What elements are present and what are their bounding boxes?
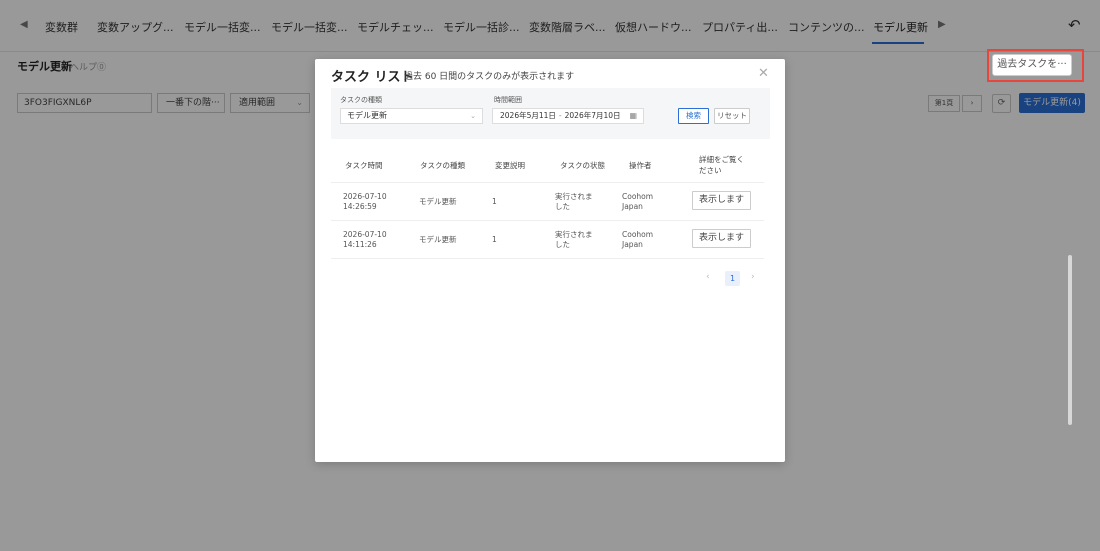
time-range-label: 時間範囲 — [494, 96, 522, 104]
row-time: 14:26:59 — [343, 202, 377, 211]
row-status: 実行されました — [555, 230, 593, 249]
view-button[interactable]: 表示します — [692, 191, 751, 210]
pagination-page-1[interactable]: 1 — [725, 271, 740, 286]
row-operator: Coohom Japan — [622, 192, 654, 211]
header-task-time: タスク時間 — [345, 161, 383, 170]
task-type-label: タスクの種類 — [340, 96, 382, 104]
date-end: 2026年7月10日 — [564, 111, 621, 120]
task-filter-panel: タスクの種類 モデル更新 ⌄ 時間範囲 2026年5月11日 -2026年7月10… — [331, 88, 770, 139]
task-type-select[interactable]: モデル更新 ⌄ — [340, 108, 483, 124]
header-change-desc: 変更説明 — [495, 161, 525, 170]
pagination-next-icon[interactable]: › — [751, 272, 755, 282]
row-type: モデル更新 — [419, 197, 457, 206]
date-range-picker[interactable]: 2026年5月11日 -2026年7月10日 ▦ — [492, 108, 644, 124]
row-desc: 1 — [492, 235, 497, 244]
calendar-icon: ▦ — [629, 111, 637, 120]
chevron-down-icon: ⌄ — [470, 112, 476, 120]
modal-subtitle: 過去 60 日間のタスクのみが表示されます — [404, 72, 575, 82]
table-row: 2026-07-10 14:11:26 モデル更新 1 実行されました Cooh… — [331, 221, 764, 259]
task-list-modal: タスク リスト 過去 60 日間のタスクのみが表示されます ✕ タスクの種類 モ… — [315, 59, 785, 462]
reset-button[interactable]: リセット — [714, 108, 750, 124]
view-button[interactable]: 表示します — [692, 229, 751, 248]
highlight-box — [987, 49, 1084, 82]
search-button[interactable]: 検索 — [678, 108, 709, 124]
close-icon[interactable]: ✕ — [758, 66, 769, 81]
table-row: 2026-07-10 14:26:59 モデル更新 1 実行されました Cooh… — [331, 183, 764, 221]
header-operator: 操作者 — [629, 161, 652, 170]
row-date: 2026-07-10 — [343, 192, 387, 201]
pagination-prev-icon[interactable]: ‹ — [706, 272, 710, 282]
row-desc: 1 — [492, 197, 497, 206]
task-type-value: モデル更新 — [347, 111, 387, 120]
header-task-status: タスクの状態 — [560, 161, 605, 170]
header-details: 詳細をご覧ください — [699, 155, 744, 175]
row-type: モデル更新 — [419, 235, 457, 244]
scrollbar[interactable] — [1068, 255, 1072, 425]
row-date: 2026-07-10 — [343, 230, 387, 239]
date-start: 2026年5月11日 — [500, 111, 556, 120]
header-task-type: タスクの種類 — [420, 161, 465, 170]
row-status: 実行されました — [555, 192, 593, 211]
row-operator: Coohom Japan — [622, 230, 654, 249]
row-time: 14:11:26 — [343, 240, 377, 249]
modal-title: タスク リスト — [331, 70, 414, 85]
